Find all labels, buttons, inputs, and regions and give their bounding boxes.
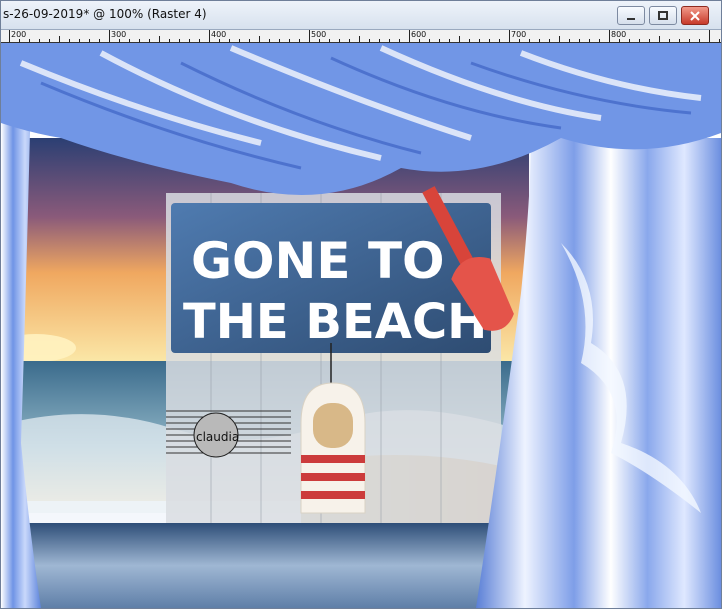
maximize-button[interactable] bbox=[649, 6, 677, 25]
ruler-tick bbox=[19, 39, 20, 42]
ruler-tick bbox=[209, 30, 210, 42]
artwork: GONE TO THE BEACH claudia bbox=[1, 43, 721, 608]
ruler-tick bbox=[369, 39, 370, 42]
ruler-label: 800 bbox=[611, 30, 627, 39]
ruler-tick bbox=[319, 39, 320, 42]
ruler-tick bbox=[229, 39, 230, 42]
ruler-tick bbox=[459, 36, 460, 42]
ruler-tick bbox=[149, 39, 150, 42]
ruler-tick bbox=[599, 39, 600, 42]
ruler-tick bbox=[619, 39, 620, 42]
ruler-tick bbox=[719, 39, 720, 42]
maximize-icon bbox=[658, 10, 668, 20]
ruler-tick bbox=[639, 39, 640, 42]
ruler-tick bbox=[489, 39, 490, 42]
ruler-tick bbox=[539, 39, 540, 42]
ruler-tick bbox=[419, 39, 420, 42]
ruler-tick bbox=[499, 39, 500, 42]
ruler-tick bbox=[79, 39, 80, 42]
ruler-tick bbox=[249, 39, 250, 42]
ruler-tick bbox=[29, 39, 30, 42]
ruler-tick bbox=[679, 39, 680, 42]
ruler-tick bbox=[59, 36, 60, 42]
ruler-tick bbox=[689, 39, 690, 42]
ruler-tick bbox=[709, 30, 710, 42]
ruler-tick bbox=[89, 39, 90, 42]
ruler-tick bbox=[659, 36, 660, 42]
ruler-tick bbox=[99, 39, 100, 42]
ruler-label: 600 bbox=[411, 30, 427, 39]
ruler-tick bbox=[139, 39, 140, 42]
close-icon bbox=[690, 10, 700, 21]
ruler-tick bbox=[49, 39, 50, 42]
ruler-tick bbox=[699, 39, 700, 42]
ruler-tick bbox=[169, 39, 170, 42]
ruler-tick bbox=[579, 39, 580, 42]
ruler-tick bbox=[449, 39, 450, 42]
ruler-tick bbox=[469, 39, 470, 42]
ruler-tick bbox=[179, 39, 180, 42]
ruler-tick bbox=[509, 30, 510, 42]
ruler-tick bbox=[329, 39, 330, 42]
ruler-tick bbox=[439, 39, 440, 42]
ruler-tick bbox=[119, 39, 120, 42]
ruler-tick bbox=[569, 39, 570, 42]
ruler-tick bbox=[259, 36, 260, 42]
ruler-tick bbox=[379, 39, 380, 42]
ruler-label: 700 bbox=[511, 30, 527, 39]
ruler-tick bbox=[349, 39, 350, 42]
ruler-tick bbox=[559, 36, 560, 42]
ruler-tick bbox=[399, 39, 400, 42]
ruler-label: 300 bbox=[111, 30, 127, 39]
ruler-tick bbox=[409, 30, 410, 42]
ruler-tick bbox=[9, 30, 10, 42]
close-button[interactable] bbox=[681, 6, 709, 25]
ruler-tick bbox=[429, 39, 430, 42]
ruler-tick bbox=[279, 39, 280, 42]
ruler-tick bbox=[309, 30, 310, 42]
ruler-tick bbox=[669, 39, 670, 42]
ruler-tick bbox=[359, 36, 360, 42]
ruler-tick bbox=[239, 39, 240, 42]
ruler-tick bbox=[389, 39, 390, 42]
sign-line-2: THE BEACH bbox=[183, 294, 487, 350]
minimize-button[interactable] bbox=[617, 6, 645, 25]
ruler-tick bbox=[339, 39, 340, 42]
ruler-tick bbox=[479, 39, 480, 42]
ruler-tick bbox=[39, 39, 40, 42]
minimize-icon bbox=[627, 17, 635, 20]
watermark-text: claudia bbox=[196, 430, 239, 444]
ruler-tick bbox=[609, 30, 610, 42]
ruler-tick bbox=[549, 39, 550, 42]
ruler-tick bbox=[129, 39, 130, 42]
title-bar[interactable]: s-26-09-2019* @ 100% (Raster 4) bbox=[1, 1, 721, 30]
sign-line-1: GONE TO bbox=[191, 232, 445, 290]
ruler-label: 400 bbox=[211, 30, 227, 39]
image-canvas[interactable]: GONE TO THE BEACH claudia bbox=[1, 43, 721, 608]
ruler-tick bbox=[529, 39, 530, 42]
ruler-tick bbox=[519, 39, 520, 42]
ruler-tick bbox=[159, 36, 160, 42]
ruler-tick bbox=[199, 39, 200, 42]
ruler-tick bbox=[189, 39, 190, 42]
ruler-tick bbox=[589, 39, 590, 42]
ruler-label: 200 bbox=[11, 30, 27, 39]
ruler-tick bbox=[629, 39, 630, 42]
ruler-tick bbox=[289, 39, 290, 42]
ruler-tick bbox=[269, 39, 270, 42]
ruler-tick bbox=[69, 39, 70, 42]
image-window: s-26-09-2019* @ 100% (Raster 4) 200 300 40… bbox=[0, 0, 722, 609]
ruler-label: 500 bbox=[311, 30, 327, 39]
ruler-tick bbox=[299, 39, 300, 42]
ruler-tick bbox=[219, 39, 220, 42]
ruler-tick bbox=[109, 30, 110, 42]
ruler-tick bbox=[649, 39, 650, 42]
horizontal-ruler: 200 300 400 500 600 700 800 bbox=[1, 30, 721, 43]
window-title: s-26-09-2019* @ 100% (Raster 4) bbox=[3, 7, 207, 21]
